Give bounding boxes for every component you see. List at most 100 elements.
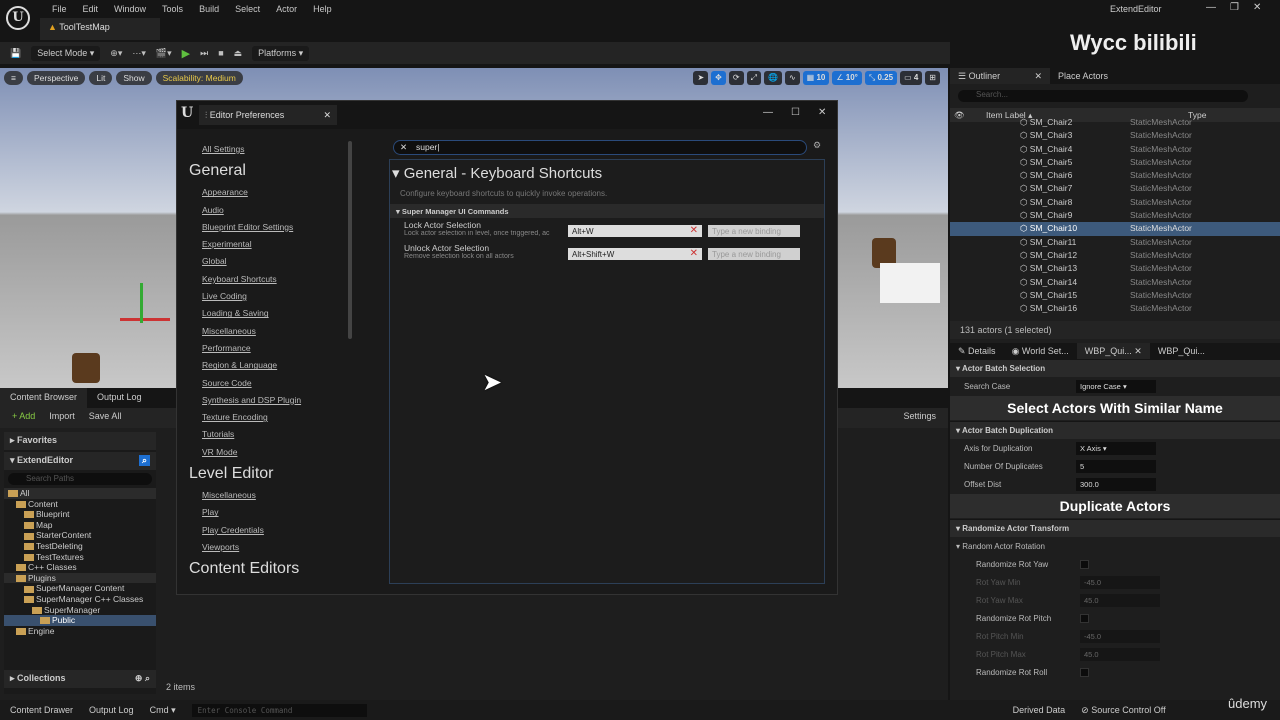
select-tool-icon[interactable]: ➤ <box>693 71 709 85</box>
angle-snap[interactable]: ∠ 10° <box>832 71 862 85</box>
folder-item[interactable]: All <box>4 488 156 499</box>
clear-search-icon[interactable]: ✕ <box>400 141 407 154</box>
close-icon[interactable]: ✕ <box>818 107 826 118</box>
gizmo-x-axis[interactable] <box>120 318 170 321</box>
nav-item[interactable]: Experimental <box>189 236 339 253</box>
cinematics-icon[interactable]: 🎬▾ <box>156 48 172 59</box>
duplicate-actors-button[interactable]: Duplicate Actors <box>950 494 1280 518</box>
tab-outliner[interactable]: ☰ Outliner ✕ <box>950 68 1050 84</box>
select-similar-button[interactable]: Select Actors With Similar Name <box>950 396 1280 420</box>
nav-item[interactable]: Texture Encoding <box>189 409 339 426</box>
nav-item[interactable]: Blueprint Editor Settings <box>189 219 339 236</box>
eject-icon[interactable]: ⏏ <box>234 48 243 59</box>
viewport-menu-icon[interactable]: ≡ <box>4 71 23 85</box>
menu-actor[interactable]: Actor <box>268 2 305 16</box>
move-tool-icon[interactable]: ✥ <box>711 71 726 85</box>
nav-item[interactable]: Keyboard Shortcuts <box>189 271 339 288</box>
outliner-row[interactable]: ⬡ SM_Chair5 StaticMeshActor <box>950 156 1280 169</box>
nav-item[interactable]: Performance <box>189 340 339 357</box>
outliner-row[interactable]: ⬡ SM_Chair12 StaticMeshActor <box>950 249 1280 262</box>
surface-snap-icon[interactable]: ∿ <box>784 71 800 85</box>
remove-binding-icon[interactable]: ✕ <box>690 225 698 236</box>
outliner-row[interactable]: ⬡ SM_Chair4 StaticMeshActor <box>950 143 1280 156</box>
favorites-section[interactable]: ▸ Favorites <box>4 432 156 450</box>
nav-item[interactable]: Play <box>189 504 339 521</box>
settings-button[interactable]: Settings <box>903 411 936 425</box>
roll-checkbox[interactable] <box>1080 667 1089 677</box>
save-all-button[interactable]: Save All <box>89 411 122 425</box>
stop-icon[interactable]: ■ <box>218 48 223 58</box>
play-button[interactable]: ▶ <box>182 47 190 60</box>
layout-icon[interactable]: ⊞ <box>925 71 940 85</box>
advance-frame-icon[interactable]: ⏭ <box>200 48 208 59</box>
folder-item[interactable]: C++ Classes <box>4 562 156 573</box>
search-case-dropdown[interactable]: Ignore Case ▾ <box>1076 379 1156 393</box>
folder-item[interactable]: Map <box>4 520 156 531</box>
nav-item[interactable]: Appearance <box>189 184 339 201</box>
nav-item[interactable]: Loading & Saving <box>189 305 339 322</box>
select-mode-dropdown[interactable]: Select Mode ▾ <box>31 45 101 61</box>
nav-item[interactable]: Global <box>189 253 339 270</box>
console-input[interactable]: Enter Console Command <box>191 703 367 717</box>
folder-item[interactable]: StarterContent <box>4 530 156 541</box>
yaw-max-input[interactable]: 45.0 <box>1080 593 1160 607</box>
key-binding[interactable]: Alt+Shift+W ✕ <box>568 248 702 260</box>
yaw-min-input[interactable]: -45.0 <box>1080 575 1160 589</box>
offset-input[interactable]: 300.0 <box>1076 477 1156 491</box>
outliner-row[interactable]: ⬡ SM_Chair13 StaticMeshActor <box>950 262 1280 275</box>
search-icon[interactable]: ⌕ <box>138 455 150 466</box>
rotate-tool-icon[interactable]: ⟳ <box>728 71 744 85</box>
nav-item[interactable]: VR Mode <box>189 444 339 461</box>
nav-item[interactable]: Miscellaneous <box>189 487 339 504</box>
randomize-header[interactable]: ▾ Randomize Actor Transform <box>950 519 1280 537</box>
remove-binding-icon[interactable]: ✕ <box>690 248 698 259</box>
outliner-search[interactable]: Search... <box>958 90 1248 102</box>
grid-snap[interactable]: ▦ 10 <box>802 71 830 85</box>
import-button[interactable]: Import <box>49 411 75 425</box>
key-binding[interactable]: Alt+W ✕ <box>568 225 702 237</box>
batch-selection-header[interactable]: ▾ Actor Batch Selection <box>950 359 1280 377</box>
scalability-badge[interactable]: Scalability: Medium <box>155 71 243 85</box>
nav-item[interactable]: Source Code <box>189 375 339 392</box>
folder-item[interactable]: SuperManager C++ Classes <box>4 594 156 605</box>
num-duplicates-input[interactable]: 5 <box>1076 459 1156 473</box>
map-tab[interactable]: ▲ ToolTestMap <box>40 18 160 40</box>
folder-item[interactable]: Plugins <box>4 572 156 584</box>
pitch-checkbox[interactable] <box>1080 613 1089 623</box>
blueprint-icon[interactable]: ⋯▾ <box>132 48 146 59</box>
nav-item[interactable]: Play Credentials <box>189 522 339 539</box>
nav-item[interactable]: Viewports <box>189 539 339 556</box>
show-button[interactable]: Show <box>116 71 152 85</box>
outliner-row[interactable]: ⬡ SM_Chair14 StaticMeshActor <box>950 276 1280 289</box>
tab-wbp-2[interactable]: WBP_Qui... <box>1150 343 1213 359</box>
close-tab-icon[interactable]: ✕ <box>323 110 331 121</box>
collections-section[interactable]: ▸ Collections ⊕ ⌕ <box>4 670 156 688</box>
folder-item[interactable]: Engine <box>4 626 156 637</box>
folder-item[interactable]: TestDeleting <box>4 541 156 552</box>
menu-tools[interactable]: Tools <box>154 2 191 16</box>
menu-select[interactable]: Select <box>227 2 268 16</box>
outliner-row[interactable]: ⬡ SM_Chair16 StaticMeshActor <box>950 302 1280 315</box>
gizmo-z-axis[interactable] <box>140 283 143 323</box>
settings-search-input[interactable]: ✕ super| <box>393 140 807 155</box>
nav-item[interactable]: Audio <box>189 202 339 219</box>
random-rotation-header[interactable]: ▾ Random Actor Rotation <box>950 537 1280 555</box>
scale-snap[interactable]: ⤡ 0.25 <box>864 71 898 85</box>
pitch-max-input[interactable]: 45.0 <box>1080 647 1160 661</box>
menu-edit[interactable]: Edit <box>75 2 107 16</box>
pitch-min-input[interactable]: -45.0 <box>1080 629 1160 643</box>
nav-item[interactable]: Tutorials <box>189 426 339 443</box>
cmd-dropdown[interactable]: Cmd ▾ <box>150 705 176 716</box>
scale-tool-icon[interactable]: ⤢ <box>746 71 761 85</box>
folder-item[interactable]: TestTextures <box>4 552 156 563</box>
project-section[interactable]: ▾ ExtendEditor ⌕ <box>4 452 156 470</box>
menu-build[interactable]: Build <box>191 2 227 16</box>
content-drawer-button[interactable]: Content Drawer <box>10 705 73 715</box>
maximize-icon[interactable]: ❐ <box>1230 2 1239 13</box>
folder-item[interactable]: Blueprint <box>4 509 156 520</box>
platforms-dropdown[interactable]: Platforms ▾ <box>252 45 310 61</box>
outliner-row[interactable]: ⬡ SM_Chair15 StaticMeshActor <box>950 289 1280 302</box>
minimize-icon[interactable]: — <box>1206 2 1216 13</box>
new-binding-input[interactable]: Type a new binding <box>708 225 800 237</box>
lit-button[interactable]: Lit <box>89 71 113 85</box>
